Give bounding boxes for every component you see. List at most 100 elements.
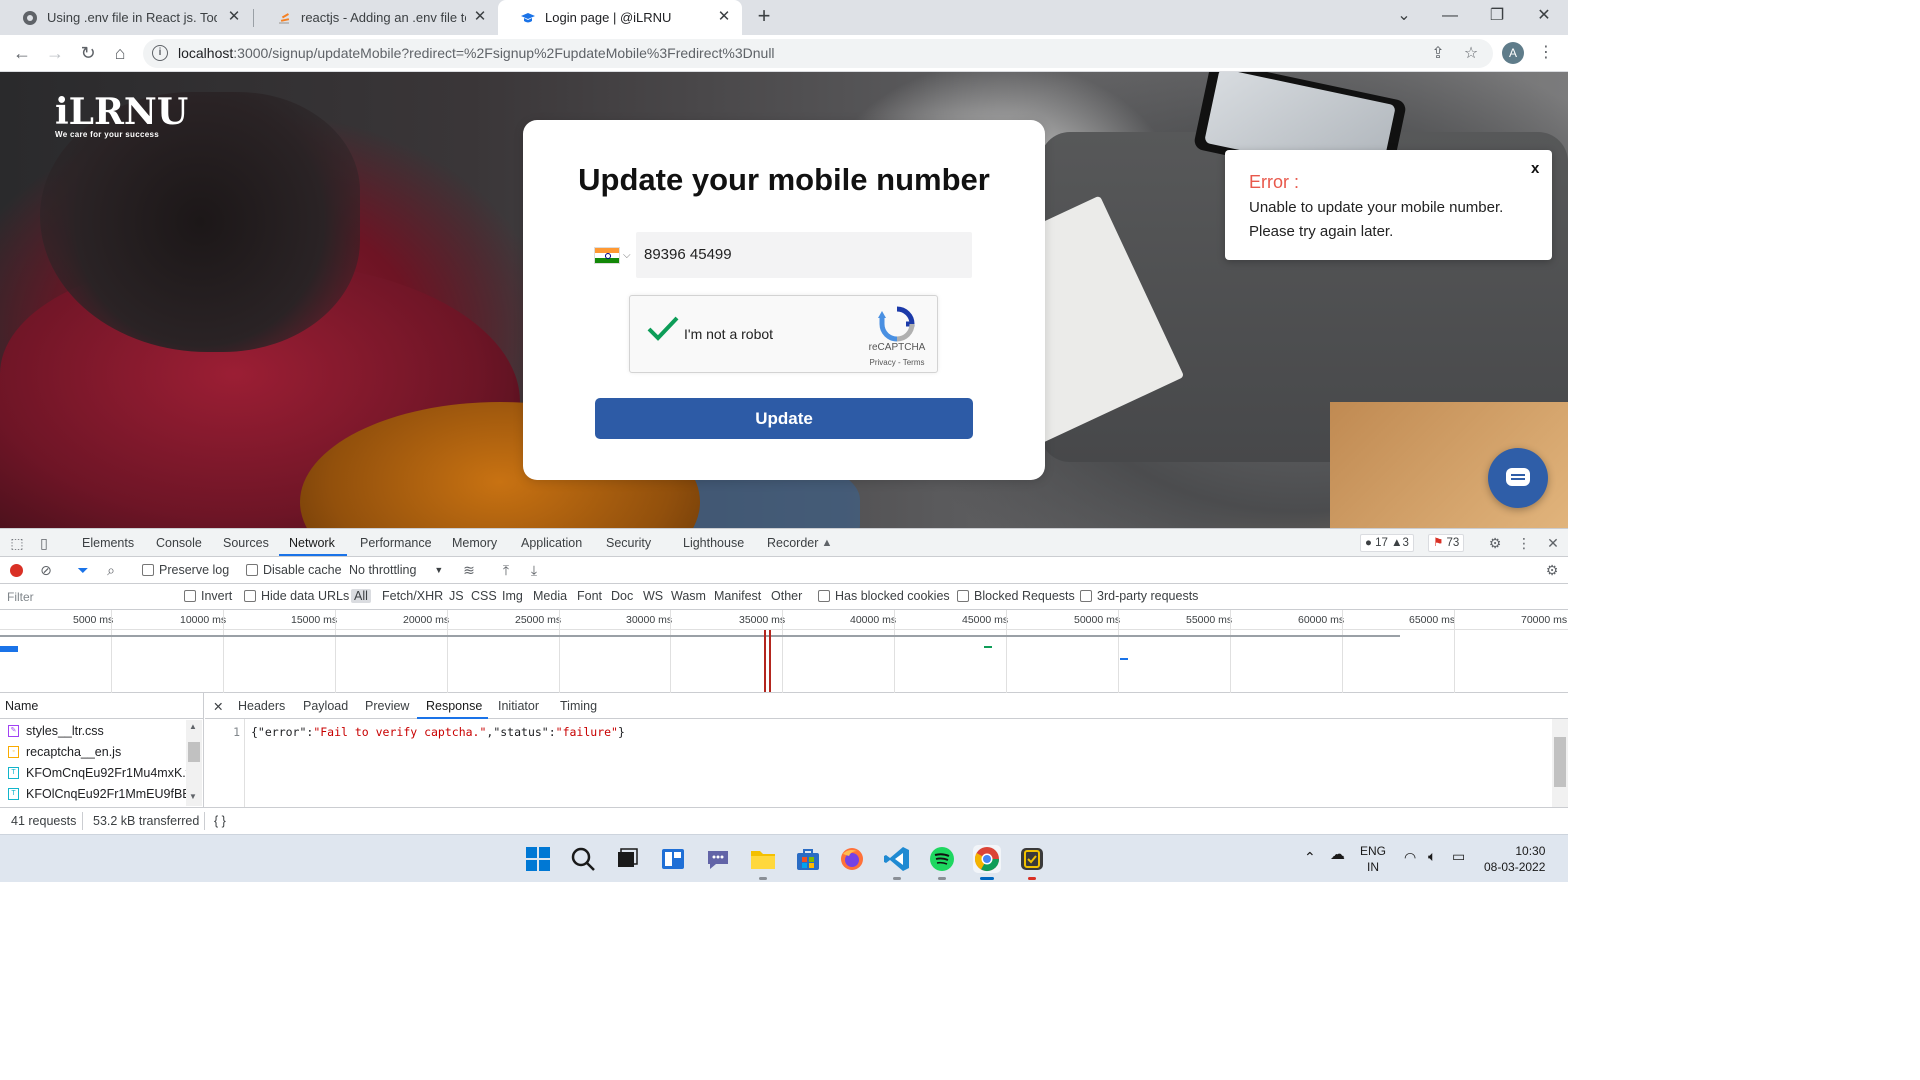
blocked-requests-checkbox[interactable]: Blocked Requests (957, 589, 1075, 603)
filter-input[interactable]: Filter (2, 587, 170, 607)
browser-tab-env-article[interactable]: Using .env file in React js. Today w ✕ (0, 0, 252, 35)
network-overview-timeline[interactable]: 5000 ms 10000 ms 15000 ms 20000 ms 25000… (0, 610, 1568, 693)
devtools-tab-recorder[interactable]: Recorder (767, 536, 818, 550)
show-hidden-icons-chevron-icon[interactable]: ⌃ (1304, 849, 1316, 865)
details-tab-headers[interactable]: Headers (238, 699, 285, 713)
checkmark-icon[interactable] (646, 312, 680, 346)
reload-icon[interactable]: ↻ (77, 42, 99, 64)
chrome-icon[interactable] (973, 845, 1001, 873)
devtools-tab-memory[interactable]: Memory (452, 536, 497, 550)
request-list-scrollbar[interactable]: ▲ ▼ (186, 720, 202, 806)
update-button[interactable]: Update (595, 398, 973, 439)
tab-close-icon[interactable]: ✕ (716, 9, 732, 25)
throttling-select[interactable]: No throttling ▼ (349, 563, 443, 577)
battery-icon[interactable]: ▭ (1452, 848, 1465, 864)
widgets-icon[interactable] (659, 845, 687, 873)
invert-checkbox[interactable]: Invert (184, 589, 232, 603)
browser-tab-login-page[interactable]: Login page | @iLRNU ✕ (498, 0, 742, 35)
devtools-tab-elements[interactable]: Elements (82, 536, 134, 550)
request-row[interactable]: T KFOmCnqEu92Fr1Mu4mxK.w (0, 762, 186, 783)
maximize-icon[interactable]: ❐ (1483, 4, 1511, 28)
device-toolbar-icon[interactable]: ▯ (35, 534, 53, 552)
type-filter-media[interactable]: Media (533, 589, 567, 603)
network-settings-gear-icon[interactable]: ⚙ (1543, 561, 1561, 579)
devtools-menu-icon[interactable]: ⋮ (1515, 534, 1533, 552)
type-filter-all[interactable]: All (351, 589, 371, 603)
request-row[interactable]: T KFOlCnqEu92Fr1MmEU9fBBc. (0, 783, 186, 804)
browser-tab-stackoverflow[interactable]: reactjs - Adding an .env file to Re ✕ (254, 0, 498, 35)
name-column-header[interactable]: Name (0, 693, 204, 719)
recaptcha-widget[interactable]: I'm not a robot reCAPTCHA Privacy - Term… (629, 295, 938, 373)
devtools-tab-performance[interactable]: Performance (360, 536, 432, 550)
type-filter-js[interactable]: JS (449, 589, 464, 603)
devtools-close-icon[interactable]: ✕ (1544, 534, 1562, 552)
devtools-tab-lighthouse[interactable]: Lighthouse (683, 536, 744, 550)
mobile-number-input[interactable]: 89396 45499 (636, 232, 972, 278)
devtools-tab-application[interactable]: Application (521, 536, 582, 550)
disable-cache-checkbox[interactable]: Disable cache (246, 563, 342, 577)
address-url[interactable]: localhost:3000/signup/updateMobile?redir… (178, 45, 775, 61)
recaptcha-privacy-terms[interactable]: Privacy - Terms (862, 358, 932, 367)
vs-code-icon[interactable] (883, 845, 911, 873)
notes-app-icon[interactable] (1018, 845, 1046, 873)
home-icon[interactable]: ⌂ (109, 42, 131, 64)
type-filter-other[interactable]: Other (771, 589, 802, 603)
response-scrollbar[interactable] (1552, 719, 1568, 807)
type-filter-manifest[interactable]: Manifest (714, 589, 761, 603)
filter-funnel-icon[interactable]: ⏷ (74, 561, 92, 579)
scrollbar-thumb[interactable] (188, 742, 200, 762)
inspect-element-icon[interactable]: ⬚ (8, 534, 26, 552)
console-counts-badge[interactable]: ● 17 ▲3 (1360, 534, 1414, 552)
export-har-icon[interactable]: ⤓ (525, 561, 543, 579)
clear-icon[interactable]: ⊘ (37, 561, 55, 579)
details-tab-response[interactable]: Response (426, 699, 482, 713)
volume-icon[interactable]: 🔈︎ (1428, 848, 1436, 864)
type-filter-css[interactable]: CSS (471, 589, 497, 603)
chat-widget-button[interactable] (1488, 448, 1548, 508)
has-blocked-cookies-checkbox[interactable]: Has blocked cookies (818, 589, 950, 603)
type-filter-ws[interactable]: WS (643, 589, 663, 603)
type-filter-fetch-xhr[interactable]: Fetch/XHR (382, 589, 443, 603)
preserve-log-checkbox[interactable]: Preserve log (142, 563, 229, 577)
bookmark-star-icon[interactable]: ☆ (1461, 44, 1481, 64)
clock[interactable]: 10:30 08-03-2022 (1484, 843, 1545, 875)
details-tab-initiator[interactable]: Initiator (498, 699, 539, 713)
country-code-select[interactable]: ⌵ (594, 244, 634, 266)
devtools-tab-sources[interactable]: Sources (223, 536, 269, 550)
hide-data-urls-checkbox[interactable]: Hide data URLs (244, 589, 349, 603)
language-indicator[interactable]: ENG IN (1360, 843, 1386, 875)
details-tab-timing[interactable]: Timing (560, 699, 597, 713)
settings-gear-icon[interactable]: ⚙ (1486, 534, 1504, 552)
file-explorer-icon[interactable] (749, 845, 777, 873)
task-view-icon[interactable] (613, 845, 641, 873)
teams-chat-icon[interactable] (704, 845, 732, 873)
devtools-tab-console[interactable]: Console (156, 536, 202, 550)
windows-start-icon[interactable] (524, 845, 552, 873)
response-body[interactable]: {"error":"Fail to verify captcha.","stat… (251, 725, 625, 739)
search-icon[interactable]: ⌕ (102, 561, 120, 579)
close-details-icon[interactable]: ✕ (213, 699, 223, 714)
tab-search-chevron-icon[interactable]: ⌄ (1390, 4, 1418, 28)
wifi-icon[interactable]: ◠ (1404, 849, 1416, 865)
browser-menu-icon[interactable]: ⋮ (1538, 42, 1554, 64)
record-icon[interactable] (10, 564, 23, 577)
tab-close-icon[interactable]: ✕ (226, 9, 242, 25)
devtools-tab-security[interactable]: Security (606, 536, 651, 550)
issues-badge[interactable]: ⚑ 73 (1428, 534, 1465, 552)
type-filter-img[interactable]: Img (502, 589, 523, 603)
minimize-icon[interactable]: — (1436, 4, 1464, 28)
scroll-down-arrow-icon[interactable]: ▼ (189, 792, 197, 801)
address-bar[interactable]: i localhost:3000/signup/updateMobile?red… (143, 39, 1493, 68)
type-filter-wasm[interactable]: Wasm (671, 589, 706, 603)
third-party-checkbox[interactable]: 3rd-party requests (1080, 589, 1198, 603)
scrollbar-thumb[interactable] (1554, 737, 1566, 787)
type-filter-font[interactable]: Font (577, 589, 602, 603)
spotify-icon[interactable] (928, 845, 956, 873)
import-har-icon[interactable]: ⤒ (497, 561, 515, 579)
microsoft-store-icon[interactable] (794, 845, 822, 873)
pretty-print-button[interactable]: { } (214, 814, 226, 828)
network-conditions-icon[interactable]: ≋ (460, 561, 478, 579)
firefox-icon[interactable] (838, 845, 866, 873)
toast-close-button[interactable]: x (1531, 160, 1539, 177)
forward-arrow-icon[interactable]: → (44, 42, 66, 64)
